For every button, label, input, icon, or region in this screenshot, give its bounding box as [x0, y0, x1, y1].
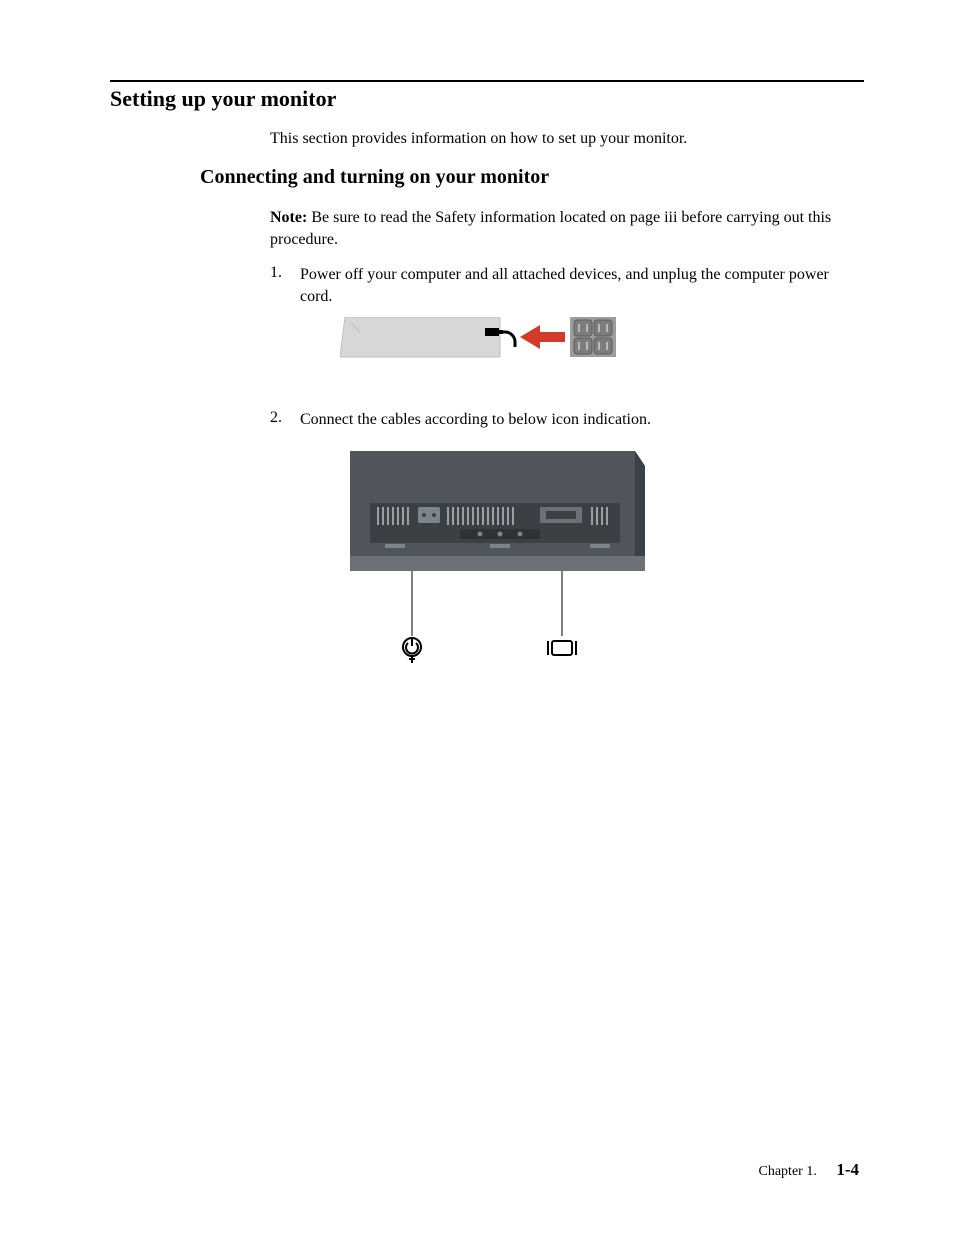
page-number: 1-4 — [836, 1160, 859, 1179]
step-text: Connect the cables according to below ic… — [300, 409, 864, 695]
note-label: Note: — [270, 209, 307, 226]
horizontal-rule — [110, 80, 864, 82]
heading-1: Setting up your monitor — [110, 86, 864, 112]
steps-list: 1. Power off your computer and all attac… — [270, 264, 864, 695]
list-item: 2. Connect the cables according to below… — [270, 409, 864, 695]
note-paragraph: Note: Be sure to read the Safety informa… — [270, 207, 864, 250]
heading-2: Connecting and turning on your monitor — [200, 166, 864, 189]
power-icon — [403, 638, 421, 663]
figure-unplug — [340, 317, 864, 379]
chapter-label: Chapter 1. — [759, 1164, 817, 1179]
note-text: Be sure to read the Safety information l… — [270, 209, 831, 248]
list-item: 1. Power off your computer and all attac… — [270, 264, 864, 397]
page-footer: Chapter 1. 1-4 — [759, 1160, 860, 1180]
step-number: 2. — [270, 409, 300, 695]
signal-port-icon — [548, 641, 576, 655]
step-text: Power off your computer and all attached… — [300, 264, 864, 397]
figure-monitor-ports — [340, 441, 864, 678]
document-page: Setting up your monitor This section pro… — [0, 0, 954, 1235]
step-number: 1. — [270, 264, 300, 397]
intro-text: This section provides information on how… — [270, 130, 864, 148]
